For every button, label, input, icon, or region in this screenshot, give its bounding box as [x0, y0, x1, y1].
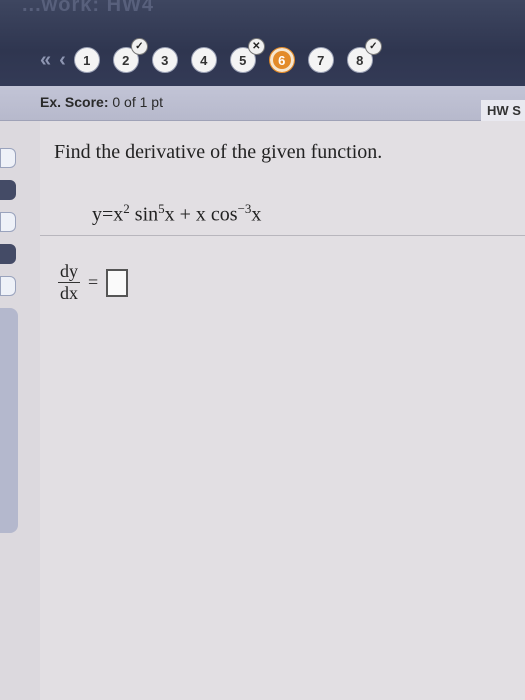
sidebar-tab[interactable] [0, 180, 16, 200]
check-icon: ✓ [364, 38, 382, 55]
plus-sign: + [179, 203, 191, 226]
question-6[interactable]: 6 [268, 47, 295, 73]
question-3[interactable]: 3 [151, 47, 178, 73]
answer-input-box[interactable] [106, 268, 129, 297]
top-navigation-bar: ...work: HW4 « ‹ 1 2 ✓ 3 4 5 ✕ 6 7 8 ✓ [0, 0, 525, 92]
answer-equals: = [88, 272, 99, 292]
question-8[interactable]: 8 ✓ [346, 38, 382, 73]
question-2[interactable]: 2 ✓ [112, 38, 148, 73]
fraction-numerator: dy [58, 261, 80, 283]
term2-variable: x [195, 203, 206, 226]
hw-score-tab[interactable]: HW S [481, 100, 525, 122]
divider [40, 235, 525, 236]
score-label: Ex. Score: [40, 94, 109, 110]
question-1-button[interactable]: 1 [73, 47, 100, 73]
question-1[interactable]: 1 [73, 47, 100, 73]
term1-function: sin [134, 203, 159, 226]
exercise-score: Ex. Score: 0 of 1 pt [40, 94, 163, 110]
question-5[interactable]: 5 ✕ [229, 38, 265, 73]
function-equation: y=x2 sin5x + x cos−3x [92, 201, 261, 227]
sidebar-tab[interactable] [0, 244, 16, 264]
term2-function: cos [210, 203, 238, 226]
check-icon: ✓ [130, 38, 148, 55]
question-7[interactable]: 7 [307, 47, 334, 73]
faded-title: ...work: HW4 [22, 0, 155, 16]
double-chevron-left-icon[interactable]: « [40, 49, 51, 72]
question-navigator: « ‹ 1 2 ✓ 3 4 5 ✕ 6 7 8 ✓ [40, 38, 386, 78]
eq-y: y [92, 203, 102, 226]
sidebar-scroll-track[interactable] [0, 308, 18, 533]
sidebar-tab[interactable] [0, 276, 16, 296]
question-4-button[interactable]: 4 [190, 47, 217, 73]
score-value: 0 of 1 pt [112, 94, 163, 110]
question-prompt: Find the derivative of the given functio… [54, 141, 383, 163]
score-bar: Ex. Score: 0 of 1 pt HW S [0, 86, 525, 122]
term1-base: x [113, 203, 124, 226]
x-mark-icon: ✕ [247, 38, 265, 55]
chevron-left-icon[interactable]: ‹ [59, 49, 66, 72]
fraction-denominator: dx [60, 283, 78, 303]
sidebar-tab[interactable] [0, 148, 16, 168]
term2-function-exponent: −3 [237, 201, 252, 216]
question-panel: Find the derivative of the given functio… [40, 121, 525, 700]
sidebar-tab[interactable] [0, 212, 16, 232]
eq-equals: = [102, 203, 114, 226]
derivative-answer-row: dy dx = [58, 261, 129, 304]
question-6-button-current[interactable]: 6 [268, 47, 295, 73]
question-3-button[interactable]: 3 [151, 47, 178, 73]
question-4[interactable]: 4 [190, 47, 217, 73]
dy-dx-fraction: dy dx [58, 261, 80, 304]
term2-argument: x [251, 203, 262, 226]
term1-exponent: 2 [123, 201, 130, 216]
term1-argument: x [164, 203, 175, 226]
left-sidebar [0, 148, 20, 533]
question-7-button[interactable]: 7 [307, 47, 334, 73]
